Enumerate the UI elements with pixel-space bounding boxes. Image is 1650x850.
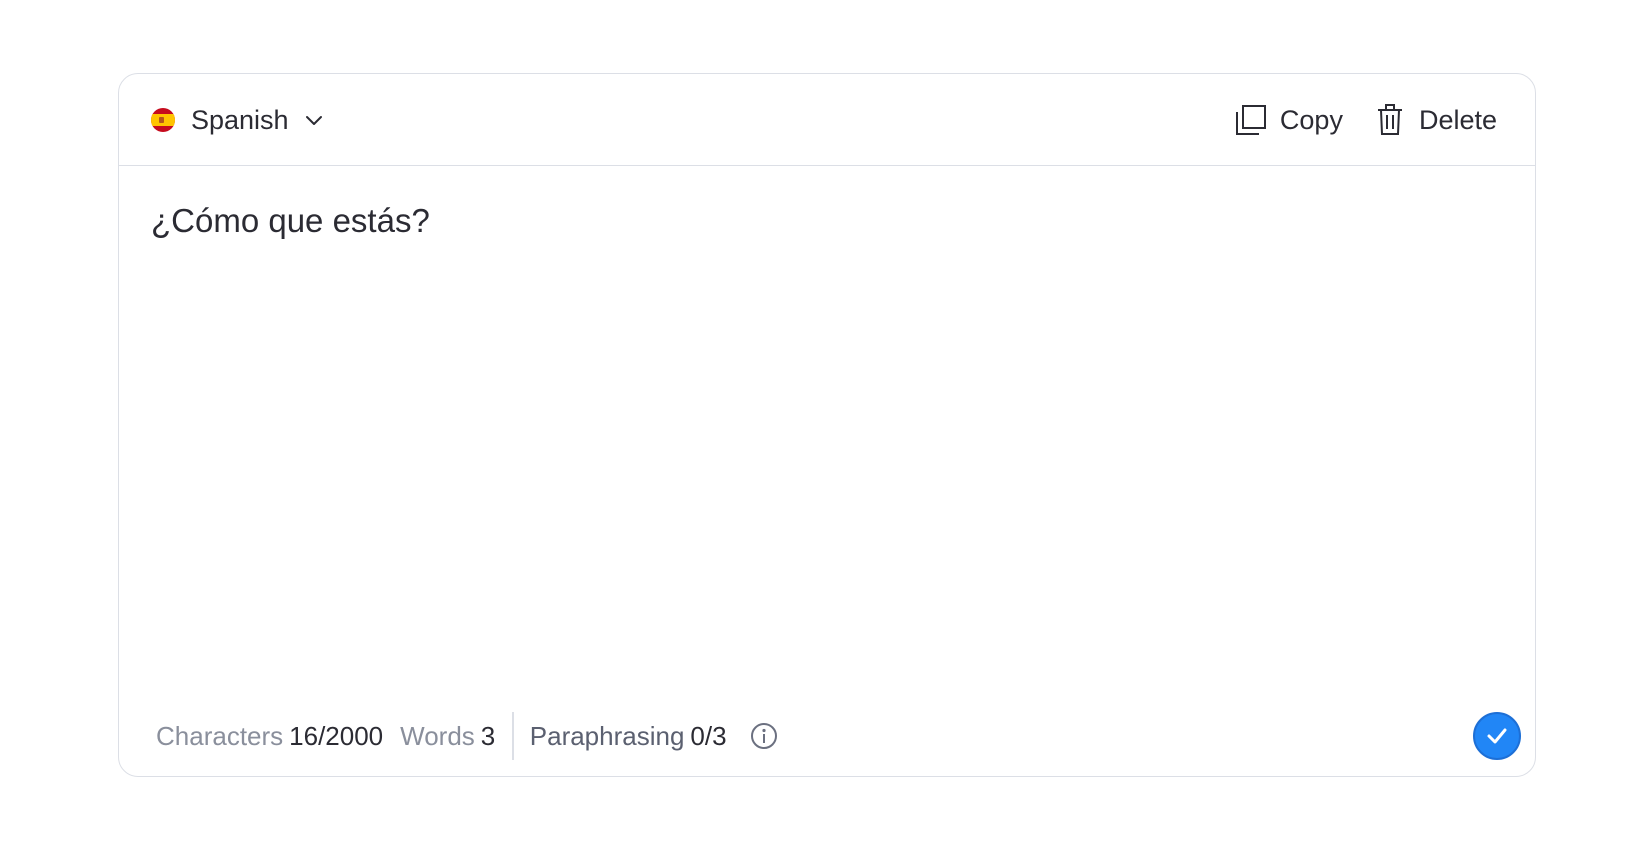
checkmark-icon xyxy=(1486,727,1508,745)
copy-icon xyxy=(1234,103,1268,137)
copy-button[interactable]: Copy xyxy=(1234,103,1343,137)
confirm-button[interactable] xyxy=(1473,712,1521,760)
language-selector[interactable]: Spanish xyxy=(151,100,325,140)
paraphrasing-count: 0/3 xyxy=(690,720,727,751)
spain-flag-icon xyxy=(151,108,175,132)
copy-label: Copy xyxy=(1279,104,1343,135)
words-label: Words xyxy=(400,720,475,751)
editor-toolbar: Spanish Copy Delete xyxy=(119,74,1535,166)
trash-icon xyxy=(1373,103,1407,137)
chevron-down-icon xyxy=(303,109,325,131)
characters-count: 16/2000 xyxy=(289,720,384,751)
delete-label: Delete xyxy=(1418,104,1497,135)
info-icon[interactable] xyxy=(749,721,779,751)
delete-button[interactable]: Delete xyxy=(1373,103,1497,137)
language-label: Spanish xyxy=(191,104,289,135)
characters-label: Characters xyxy=(156,720,284,751)
stats-divider xyxy=(512,712,514,760)
text-input-area[interactable]: ¿Cómo que estás? xyxy=(151,202,1503,240)
text-editor-card: Spanish Copy Delete ¿Cómo que estás? Cha… xyxy=(118,73,1536,777)
words-count: 3 xyxy=(480,720,496,751)
paraphrasing-label: Paraphrasing xyxy=(529,720,685,751)
editor-stats: Characters 16/2000 Words 3 Paraphrasing … xyxy=(156,712,779,760)
toolbar-actions: Copy Delete xyxy=(1204,100,1497,140)
